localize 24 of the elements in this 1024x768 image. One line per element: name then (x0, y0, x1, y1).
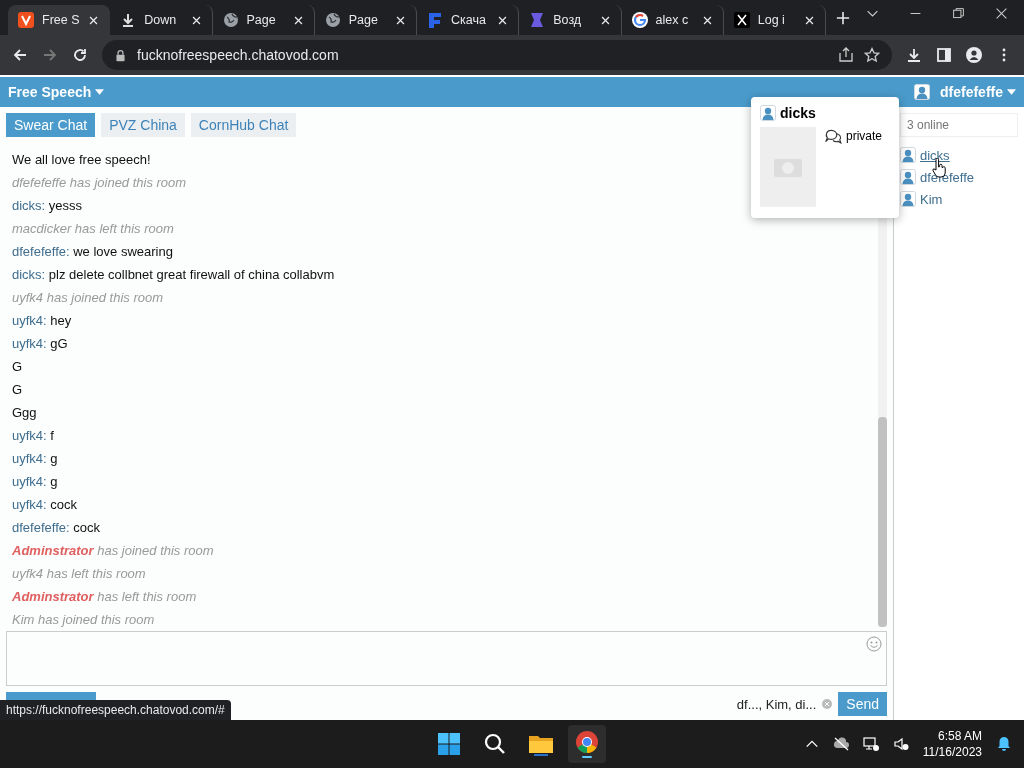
chat-message: dicks: plz delete collbnet great firewall of china collabvm (12, 265, 336, 284)
link-status-tooltip: https://fucknofreespeech.chatovod.com/# (0, 700, 231, 720)
chat-message: uyfk4: g (12, 449, 59, 468)
system-message: Adminstrator has left this room (12, 587, 198, 606)
system-message: macdicker has left this room (12, 219, 175, 238)
chat-message: uyfk4: cock (12, 495, 79, 514)
system-message: uyfk4 has left this room (12, 564, 147, 583)
chat-message: uyfk4: f (12, 426, 55, 445)
chat-message: G (12, 357, 24, 376)
chat-message: uyfk4: g (12, 472, 59, 491)
chat-message: dfefefeffe: cock (12, 518, 101, 537)
system-message: Kim has joined this room (12, 610, 156, 629)
chat-message: dfefefeffe: we love swearing (12, 242, 174, 261)
popup-username: dicks (780, 105, 816, 121)
recipients-label: df..., Kim, di... (736, 696, 817, 712)
chat-message: uyfk4: gG (12, 334, 69, 353)
system-message: dfefefeffe has joined this room (12, 174, 188, 192)
chat-message: Ggg (12, 403, 38, 422)
chat-message: uyfk4: hey (12, 311, 73, 330)
chat-message: We all love free speech! (12, 151, 152, 169)
chat-message: G (12, 380, 24, 399)
system-message: uyfk4 has joined this room (12, 288, 165, 307)
chat-message: dicks: yesss (12, 196, 84, 215)
system-message: Adminstrator has joined this room (12, 541, 215, 560)
